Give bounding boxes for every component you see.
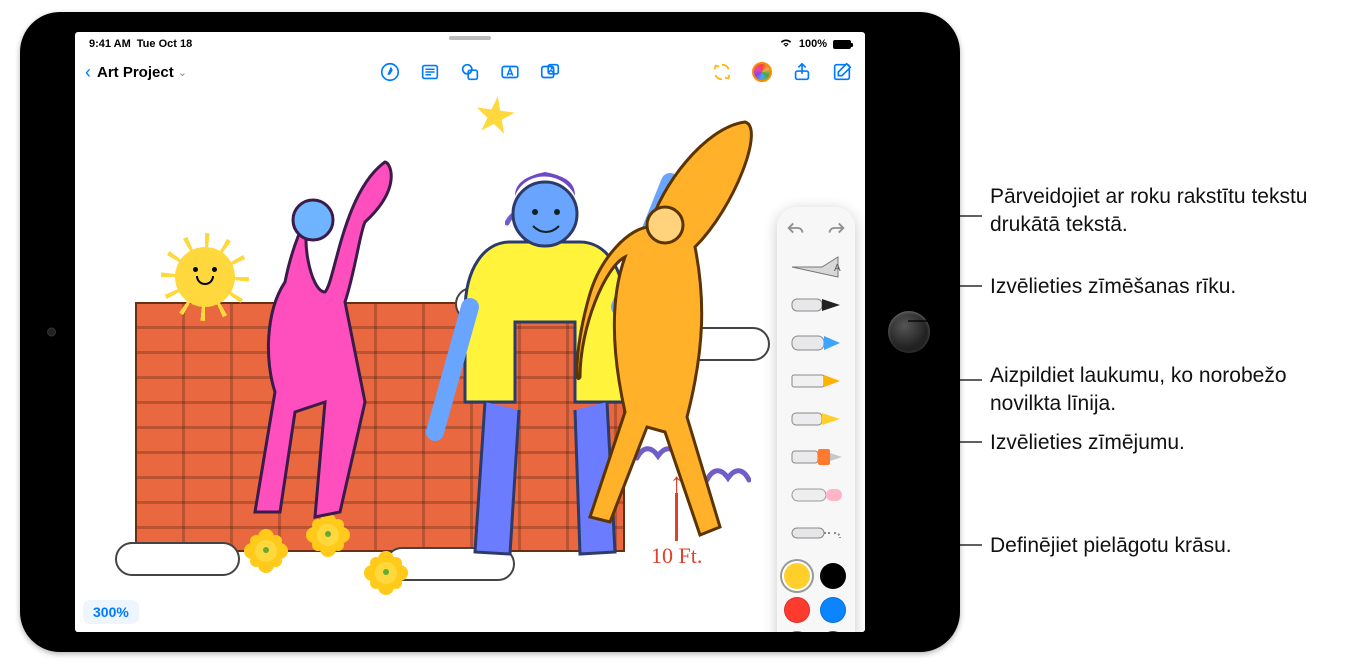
markup-tool-palette[interactable]: A <box>777 207 855 632</box>
drawing-flower <box>375 562 397 584</box>
multitask-handle[interactable] <box>449 36 491 40</box>
callout-fill: Aizpildiet laukumu, ko norobežo novilkta… <box>990 362 1350 419</box>
tool-crayon[interactable] <box>786 403 846 435</box>
tool-scribble[interactable]: A <box>786 251 846 283</box>
callout-picker: Definējiet pielāgotu krāsu. <box>990 532 1232 560</box>
drawing-sun <box>175 247 235 307</box>
status-bar: 9:41 AM Tue Oct 18 100% <box>75 32 865 52</box>
tool-fill[interactable] <box>786 441 846 473</box>
swatch-green[interactable] <box>784 631 810 632</box>
share-icon[interactable] <box>789 59 815 85</box>
status-time: 9:41 AM <box>89 38 131 50</box>
drawing-flower <box>255 540 277 562</box>
swatch-color-picker[interactable] <box>820 631 846 632</box>
swatch-blue[interactable] <box>820 597 846 623</box>
battery-percent: 100% <box>799 38 827 50</box>
drawing-figure-pink <box>235 152 445 532</box>
sync-icon[interactable] <box>709 59 735 85</box>
markup-mode-icon[interactable] <box>377 59 403 85</box>
drawing-canvas[interactable]: ↑ 10 Ft. 300% A <box>75 92 865 632</box>
new-doc-icon[interactable] <box>829 59 855 85</box>
document-menu-chevron-icon[interactable]: ⌄ <box>178 66 187 79</box>
device-camera <box>47 328 56 337</box>
format-palette-icon[interactable] <box>749 59 775 85</box>
status-date: Tue Oct 18 <box>137 38 192 50</box>
tool-pen[interactable] <box>786 289 846 321</box>
swatch-yellow[interactable] <box>784 563 810 589</box>
callout-draw-tool: Izvēlieties zīmēšanas rīku. <box>990 273 1236 301</box>
zoom-level-badge[interactable]: 300% <box>83 600 139 624</box>
home-button[interactable] <box>888 311 930 353</box>
back-button[interactable]: ‹ <box>85 62 91 83</box>
svg-text:A: A <box>834 263 841 274</box>
wifi-icon <box>779 37 793 51</box>
drawing-cloud <box>115 542 240 576</box>
tool-pencil[interactable] <box>786 365 846 397</box>
color-swatches <box>784 563 848 632</box>
battery-icon <box>833 40 851 49</box>
note-icon[interactable] <box>417 59 443 85</box>
callout-lasso: Izvēlieties zīmējumu. <box>990 429 1185 457</box>
shapes-icon[interactable] <box>457 59 483 85</box>
tool-eraser[interactable] <box>786 479 846 511</box>
document-title[interactable]: Art Project <box>97 64 174 81</box>
undo-button[interactable] <box>785 217 807 239</box>
swatch-black[interactable] <box>820 563 846 589</box>
textbox-icon[interactable] <box>497 59 523 85</box>
ipad-device-frame: 9:41 AM Tue Oct 18 100% ‹ Art Project ⌄ <box>20 12 960 652</box>
navbar: ‹ Art Project ⌄ <box>75 52 865 92</box>
tool-lasso[interactable] <box>786 517 846 549</box>
ipad-screen: 9:41 AM Tue Oct 18 100% ‹ Art Project ⌄ <box>75 32 865 632</box>
callout-scribble: Pārveidojiet ar roku rakstītu tekstu dru… <box>990 183 1350 240</box>
swatch-red[interactable] <box>784 597 810 623</box>
redo-button[interactable] <box>825 217 847 239</box>
media-icon[interactable] <box>537 59 563 85</box>
drawing-height-marker: ↑ 10 Ft. <box>651 477 702 569</box>
tool-marker[interactable] <box>786 327 846 359</box>
